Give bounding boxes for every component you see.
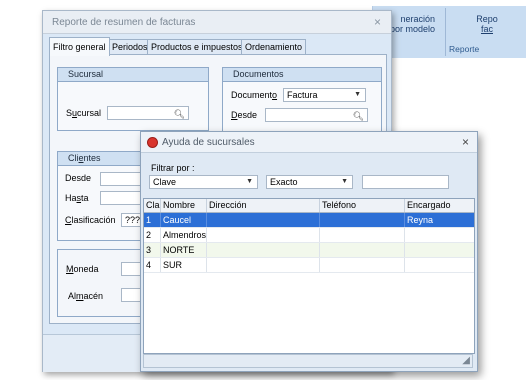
cell-direccion [207, 228, 320, 242]
cell-encargado: Reyna [407, 215, 434, 225]
group-header: Documentos [223, 68, 381, 82]
dialog-titlebar: Ayuda de sucursales × [141, 132, 477, 153]
cell-nombre: NORTE [161, 243, 207, 257]
documento-label: Documento [231, 90, 278, 100]
window-title: Reporte de resumen de facturas [52, 17, 196, 28]
column-header[interactable]: Cla [144, 199, 161, 212]
documentos-desde-input[interactable]: 🔍︎ [265, 108, 368, 122]
sucursales-help-dialog: Ayuda de sucursales × Filtrar por : Clav… [140, 131, 478, 372]
almacen-label: Almacén [68, 291, 104, 301]
app-icon [147, 137, 158, 148]
window-titlebar: Reporte de resumen de facturas × [43, 11, 391, 34]
cell-encargado [405, 228, 474, 242]
moneda-label: Moneda [66, 264, 99, 274]
resize-grip-icon[interactable]: ◢ [462, 355, 470, 366]
tab-periodos[interactable]: Periodos [108, 39, 152, 55]
cell-direccion [207, 213, 320, 227]
magnifier-icon[interactable]: 🔍︎ [353, 110, 364, 122]
tab-ordenamiento[interactable]: Ordenamiento [241, 39, 307, 55]
cell-direccion [207, 258, 320, 272]
filter-field-select[interactable]: Clave ▼ [149, 175, 258, 189]
table-row[interactable]: 3 NORTE [144, 243, 474, 258]
sucursal-group: Sucursal Sucursal 🔍︎ [57, 67, 209, 131]
sucursal-input[interactable]: 🔍︎ [107, 106, 189, 120]
match-mode-select[interactable]: Exacto ▼ [266, 175, 353, 189]
cell-telefono [320, 258, 405, 272]
documento-select[interactable]: Factura ▼ [283, 88, 366, 102]
cell-telefono [320, 243, 405, 257]
cell-clave: 1 [144, 213, 161, 227]
clientes-hasta-label: Hasta [65, 193, 89, 203]
chevron-down-icon[interactable]: ▼ [341, 176, 348, 188]
tab-filtro-general[interactable]: Filtro general [49, 37, 110, 56]
close-icon[interactable]: × [374, 15, 381, 29]
tab-productos-impuestos[interactable]: Productos e impuestos [147, 39, 247, 55]
documentos-group: Documentos Documento Factura ▼ Desde 🔍︎ [222, 67, 382, 139]
cell-clave: 4 [144, 258, 161, 272]
clientes-desde-label: Desde [65, 173, 92, 183]
cell-encargado [405, 258, 474, 272]
ribbon-button-reporte[interactable]: Repo fac [451, 14, 523, 34]
cell-clave: 3 [144, 243, 161, 257]
table-row[interactable]: 2 Almendros [144, 228, 474, 243]
table-row[interactable]: 1 Caucel Reyna [144, 213, 474, 228]
column-header[interactable]: Encargado [405, 199, 474, 212]
ribbon-button-line: Repo [476, 14, 498, 24]
cell-encargado [405, 243, 474, 257]
group-header: Sucursal [58, 68, 208, 82]
dialog-status-bar: ◢ [143, 354, 473, 368]
ribbon-group-label: Reporte [449, 44, 480, 54]
cell-nombre: SUR [161, 258, 207, 272]
ribbon-separator [445, 8, 446, 56]
grid-header: Cla Nombre Dirección Teléfono Encargado [144, 199, 474, 213]
cell-nombre: Caucel [161, 213, 207, 227]
search-input[interactable] [362, 175, 449, 189]
sucursales-grid: Cla Nombre Dirección Teléfono Encargado … [143, 198, 475, 354]
desde-label: Desde [231, 110, 258, 120]
column-header[interactable]: Dirección [207, 199, 320, 212]
magnifier-icon[interactable]: 🔍︎ [174, 108, 185, 120]
filter-label: Filtrar por : [151, 163, 195, 173]
cell-clave: 2 [144, 228, 161, 242]
ribbon-button-line: fac [480, 24, 493, 34]
cell-telefono [320, 213, 405, 227]
cell-direccion [207, 243, 320, 257]
background-ribbon: neración a por modelo Repo fac Reporte [372, 6, 526, 58]
column-header[interactable]: Nombre [161, 199, 207, 212]
cell-telefono [320, 228, 405, 242]
cell-nombre: Almendros [163, 228, 207, 242]
column-header[interactable]: Teléfono [320, 199, 405, 212]
chevron-down-icon[interactable]: ▼ [246, 176, 253, 188]
close-icon[interactable]: × [462, 135, 469, 149]
table-row[interactable]: 4 SUR [144, 258, 474, 273]
clasificacion-label: Clasificación [65, 215, 116, 225]
dialog-title: Ayuda de sucursales [162, 137, 255, 148]
chevron-down-icon[interactable]: ▼ [354, 89, 361, 101]
sucursal-label: Sucursal [66, 108, 102, 118]
